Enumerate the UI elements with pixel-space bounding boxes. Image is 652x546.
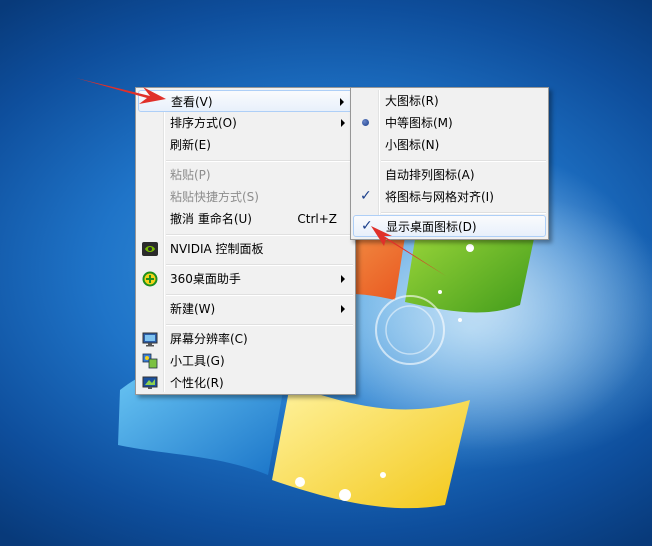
menu-item-label: 个性化(R) bbox=[170, 376, 224, 390]
menu-item-label: 屏幕分辨率(C) bbox=[170, 332, 248, 346]
submenu-item-large-icons[interactable]: 大图标(R) bbox=[353, 90, 546, 112]
radio-bullet-icon bbox=[362, 119, 369, 126]
menu-item-label: 显示桌面图标(D) bbox=[386, 220, 477, 234]
menu-item-gadgets[interactable]: 小工具(G) bbox=[138, 350, 353, 372]
menu-item-label: 自动排列图标(A) bbox=[385, 168, 475, 182]
360-icon bbox=[142, 271, 158, 287]
menu-item-label: 新建(W) bbox=[170, 302, 216, 316]
menu-item-label: 大图标(R) bbox=[385, 94, 439, 108]
checkmark-icon: ✓ bbox=[360, 188, 372, 204]
menu-item-undo-rename[interactable]: 撤消 重命名(U) Ctrl+Z bbox=[138, 208, 353, 230]
menu-separator bbox=[166, 160, 353, 162]
menu-item-label: 中等图标(M) bbox=[385, 116, 453, 130]
menu-item-label: 将图标与网格对齐(I) bbox=[385, 190, 494, 204]
menu-separator bbox=[166, 294, 353, 296]
menu-item-label: 360桌面助手 bbox=[170, 272, 241, 286]
menu-item-screen-resolution[interactable]: 屏幕分辨率(C) bbox=[138, 328, 353, 350]
monitor-icon bbox=[142, 332, 158, 347]
menu-item-label: 撤消 重命名(U) bbox=[170, 212, 252, 226]
menu-item-paste-shortcut[interactable]: 粘贴快捷方式(S) bbox=[138, 186, 353, 208]
submenu-item-show-desktop-icons[interactable]: ✓ 显示桌面图标(D) bbox=[353, 215, 546, 237]
submenu-arrow-icon bbox=[341, 305, 345, 313]
menu-item-label: 查看(V) bbox=[171, 95, 213, 109]
menu-item-new[interactable]: 新建(W) bbox=[138, 298, 353, 320]
submenu-item-small-icons[interactable]: 小图标(N) bbox=[353, 134, 546, 156]
personalize-icon bbox=[142, 376, 158, 389]
submenu-arrow-icon bbox=[341, 275, 345, 283]
menu-item-view[interactable]: 查看(V) bbox=[138, 90, 353, 112]
desktop-context-menu: 查看(V) 排序方式(O) 刷新(E) 粘贴(P) 粘贴快捷方式(S) 撤消 重… bbox=[135, 87, 356, 395]
menu-separator bbox=[166, 264, 353, 266]
menu-separator bbox=[166, 324, 353, 326]
menu-item-label: 刷新(E) bbox=[170, 138, 211, 152]
menu-item-shortcut: Ctrl+Z bbox=[297, 212, 337, 226]
menu-item-label: 粘贴(P) bbox=[170, 168, 211, 182]
menu-item-refresh[interactable]: 刷新(E) bbox=[138, 134, 353, 156]
menu-separator bbox=[381, 212, 546, 214]
menu-item-label: 排序方式(O) bbox=[170, 116, 237, 130]
submenu-item-align-to-grid[interactable]: ✓ 将图标与网格对齐(I) bbox=[353, 186, 546, 208]
checkmark-icon: ✓ bbox=[361, 218, 373, 234]
menu-item-label: 小图标(N) bbox=[385, 138, 440, 152]
submenu-arrow-icon bbox=[341, 119, 345, 127]
menu-item-label: 粘贴快捷方式(S) bbox=[170, 190, 259, 204]
nvidia-icon bbox=[142, 242, 158, 256]
submenu-arrow-icon bbox=[340, 98, 344, 106]
menu-item-sort-by[interactable]: 排序方式(O) bbox=[138, 112, 353, 134]
menu-item-label: NVIDIA 控制面板 bbox=[170, 242, 264, 256]
menu-item-personalize[interactable]: 个性化(R) bbox=[138, 372, 353, 394]
menu-item-label: 小工具(G) bbox=[170, 354, 225, 368]
submenu-item-medium-icons[interactable]: 中等图标(M) bbox=[353, 112, 546, 134]
menu-item-paste[interactable]: 粘贴(P) bbox=[138, 164, 353, 186]
view-submenu: 大图标(R) 中等图标(M) 小图标(N) 自动排列图标(A) ✓ 将图标与网格… bbox=[350, 87, 549, 240]
menu-separator bbox=[166, 234, 353, 236]
menu-separator bbox=[381, 160, 546, 162]
menu-item-360-desktop-assistant[interactable]: 360桌面助手 bbox=[138, 268, 353, 290]
submenu-item-auto-arrange[interactable]: 自动排列图标(A) bbox=[353, 164, 546, 186]
gadgets-icon bbox=[142, 353, 158, 369]
menu-item-nvidia-control-panel[interactable]: NVIDIA 控制面板 bbox=[138, 238, 353, 260]
